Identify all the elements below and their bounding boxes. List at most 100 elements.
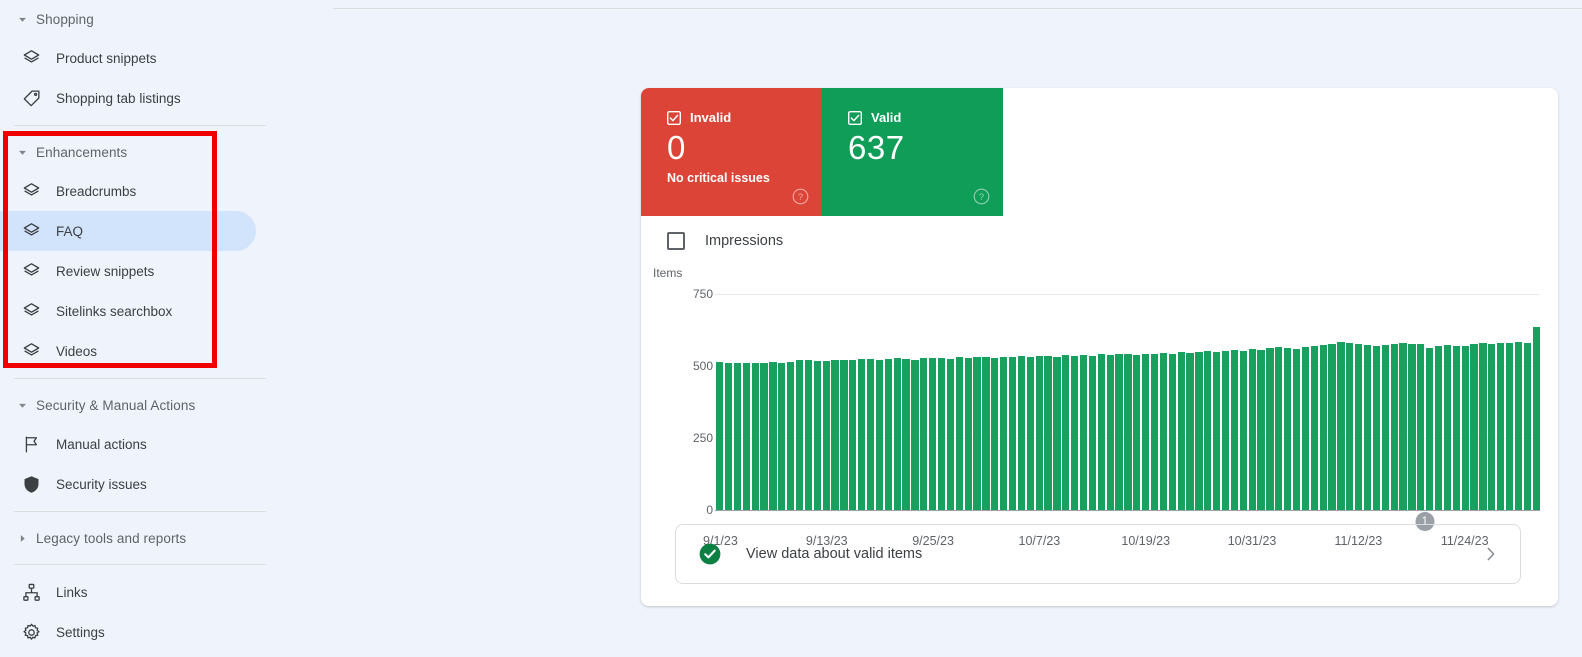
bar[interactable] xyxy=(1372,345,1381,510)
bar[interactable] xyxy=(1044,356,1052,510)
bar[interactable] xyxy=(769,362,777,510)
bar[interactable] xyxy=(787,361,795,510)
bar[interactable] xyxy=(911,359,919,510)
bar[interactable] xyxy=(1053,356,1061,510)
bar[interactable] xyxy=(1195,351,1203,510)
bar[interactable] xyxy=(760,362,768,510)
bar[interactable] xyxy=(1301,347,1310,510)
bar[interactable] xyxy=(1319,345,1327,510)
status-tile-invalid[interactable]: Invalid 0 No critical issues ? xyxy=(641,88,822,216)
bar[interactable] xyxy=(1426,348,1434,510)
bar[interactable] xyxy=(884,358,892,510)
bar[interactable] xyxy=(1310,346,1318,510)
sidebar-item-product-snippets[interactable]: Product snippets xyxy=(0,38,256,78)
nav-group-enhancements[interactable]: Enhancements xyxy=(0,133,280,171)
bar[interactable] xyxy=(1079,355,1088,510)
bar[interactable] xyxy=(1017,356,1026,510)
bar[interactable] xyxy=(1328,343,1336,510)
sidebar-item-sitelinks-searchbox[interactable]: Sitelinks searchbox xyxy=(0,291,256,331)
bar[interactable] xyxy=(1257,349,1265,510)
bar[interactable] xyxy=(1284,347,1292,510)
caret-down-icon[interactable] xyxy=(14,14,30,25)
checkbox-checked-icon[interactable] xyxy=(667,110,681,125)
bar[interactable] xyxy=(1230,349,1239,510)
help-icon[interactable]: ? xyxy=(973,188,990,205)
sidebar-item-security-issues[interactable]: Security issues xyxy=(0,464,256,504)
chevron-right-icon[interactable] xyxy=(1482,545,1500,563)
bar[interactable] xyxy=(1488,343,1496,510)
bar[interactable] xyxy=(1497,342,1505,510)
nav-group-shopping[interactable]: Shopping xyxy=(0,0,280,38)
bar[interactable] xyxy=(1204,351,1212,510)
bar[interactable] xyxy=(1248,349,1256,510)
bar[interactable] xyxy=(822,360,830,510)
bar[interactable] xyxy=(1213,352,1221,510)
bar[interactable] xyxy=(1434,345,1443,510)
bar[interactable] xyxy=(1417,344,1425,510)
bar[interactable] xyxy=(1479,342,1487,510)
bar[interactable] xyxy=(1150,354,1159,510)
bar[interactable] xyxy=(1408,343,1416,510)
bar[interactable] xyxy=(902,359,910,510)
bar[interactable] xyxy=(1523,342,1531,510)
checkbox-unchecked-icon[interactable] xyxy=(667,232,685,250)
nav-group-security[interactable]: Security & Manual Actions xyxy=(0,386,280,424)
caret-down-icon[interactable] xyxy=(14,147,30,158)
bar[interactable] xyxy=(1532,326,1540,510)
sidebar-item-manual-actions[interactable]: Manual actions xyxy=(0,424,256,464)
bar[interactable] xyxy=(1008,357,1017,510)
bar[interactable] xyxy=(840,360,848,510)
checkbox-checked-icon[interactable] xyxy=(848,110,862,125)
bar[interactable] xyxy=(1062,355,1070,510)
sidebar-item-shopping-tab-listings[interactable]: Shopping tab listings xyxy=(0,78,256,118)
bar[interactable] xyxy=(937,358,946,510)
bar[interactable] xyxy=(1071,355,1079,510)
sidebar-item-videos[interactable]: Videos xyxy=(0,331,256,371)
bar[interactable] xyxy=(973,356,981,510)
bar[interactable] xyxy=(1097,354,1105,510)
bar[interactable] xyxy=(1221,351,1230,510)
bar[interactable] xyxy=(1443,345,1452,510)
sidebar-item-faq[interactable]: FAQ xyxy=(0,211,256,251)
caret-down-icon[interactable] xyxy=(14,400,30,411)
bar[interactable] xyxy=(795,359,804,510)
bar[interactable] xyxy=(1106,355,1114,510)
bar[interactable] xyxy=(1505,343,1514,510)
bar[interactable] xyxy=(778,362,786,510)
bar[interactable] xyxy=(1470,344,1478,510)
bar[interactable] xyxy=(1035,355,1043,510)
bar[interactable] xyxy=(858,358,866,510)
bar[interactable] xyxy=(982,357,990,510)
bar[interactable] xyxy=(1000,356,1008,510)
view-valid-items-link[interactable]: View data about valid items xyxy=(675,524,1521,584)
bar[interactable] xyxy=(866,359,875,510)
bar[interactable] xyxy=(1088,355,1097,510)
bar[interactable] xyxy=(1142,353,1150,510)
bar[interactable] xyxy=(875,359,884,510)
bar[interactable] xyxy=(804,360,813,510)
nav-group-legacy[interactable]: Legacy tools and reports xyxy=(0,519,280,557)
bar[interactable] xyxy=(1133,354,1141,510)
bar[interactable] xyxy=(1461,345,1469,510)
bar[interactable] xyxy=(1346,342,1354,510)
bar[interactable] xyxy=(1115,353,1123,510)
bar[interactable] xyxy=(1239,350,1247,510)
bar[interactable] xyxy=(1390,343,1398,510)
bar[interactable] xyxy=(1159,353,1168,510)
help-icon[interactable]: ? xyxy=(792,188,809,205)
bar[interactable] xyxy=(1026,356,1034,510)
bar[interactable] xyxy=(1275,347,1283,510)
impressions-toggle[interactable]: Impressions xyxy=(641,216,1558,266)
bar[interactable] xyxy=(1177,352,1185,510)
bar[interactable] xyxy=(920,358,928,510)
bar[interactable] xyxy=(1363,345,1372,510)
bar[interactable] xyxy=(1124,354,1132,510)
bar[interactable] xyxy=(1355,344,1363,510)
sidebar-item-links[interactable]: Links xyxy=(0,572,256,612)
bar[interactable] xyxy=(1514,342,1523,510)
bar[interactable] xyxy=(724,362,733,510)
bar[interactable] xyxy=(733,363,742,510)
bar[interactable] xyxy=(991,357,999,510)
bar[interactable] xyxy=(716,361,724,510)
bar[interactable] xyxy=(1381,344,1389,510)
